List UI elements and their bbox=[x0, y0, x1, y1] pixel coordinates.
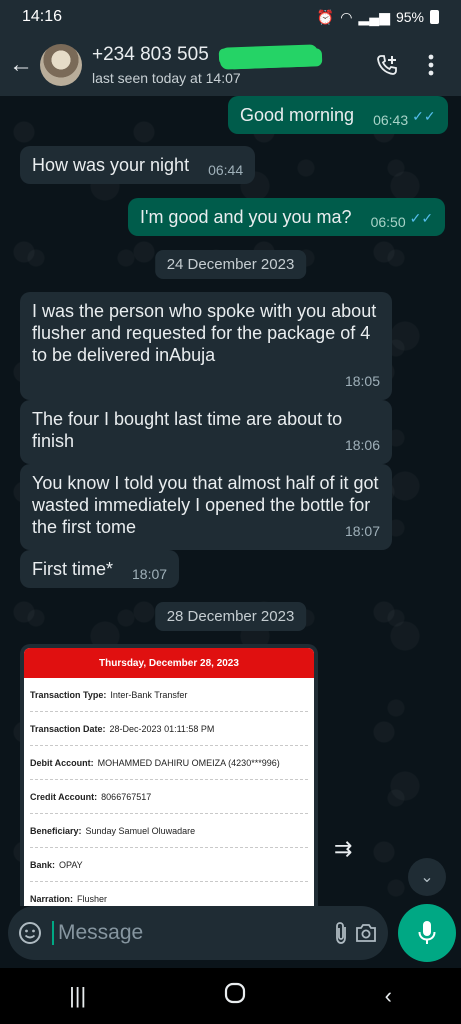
message-incoming[interactable]: The four I bought last time are about to… bbox=[20, 400, 392, 464]
message-composer bbox=[8, 906, 388, 960]
message-time: 06:50 bbox=[370, 214, 406, 230]
camera-button[interactable] bbox=[354, 913, 379, 953]
camera-icon bbox=[355, 924, 376, 942]
recents-icon: ||| bbox=[69, 983, 87, 1008]
message-incoming[interactable]: I was the person who spoke with you abou… bbox=[20, 292, 392, 400]
receipt-label: Transaction Date: bbox=[30, 723, 106, 734]
receipt-value: Flusher bbox=[77, 894, 108, 904]
battery-level: 95% bbox=[395, 9, 424, 25]
back-button[interactable]: ← bbox=[8, 45, 34, 85]
receipt-value: Sunday Samuel Oluwadare bbox=[85, 825, 196, 836]
message-time: 06:43 bbox=[373, 112, 409, 128]
receipt-row: Narration: Flusher bbox=[30, 882, 308, 906]
message-text: Good morning bbox=[240, 105, 355, 125]
receipt-value: 28-Dec-2023 01:11:58 PM bbox=[109, 723, 215, 734]
receipt-row: Beneficiary: Sunday Samuel Oluwadare bbox=[30, 814, 308, 848]
message-text: I was the person who spoke with you abou… bbox=[32, 301, 377, 365]
message-text: You know I told you that almost half of … bbox=[32, 473, 379, 537]
message-text: First time* bbox=[32, 559, 113, 579]
chevron-left-icon: ‹ bbox=[384, 983, 392, 1008]
receipt-label: Bank: bbox=[30, 859, 56, 870]
add-call-icon bbox=[377, 55, 397, 75]
receipt-row: Transaction Type: Inter-Bank Transfer bbox=[30, 678, 308, 712]
message-time: 18:07 bbox=[132, 566, 168, 582]
receipt-header: Thursday, December 28, 2023 bbox=[24, 648, 314, 678]
message-text: How was your night bbox=[32, 155, 190, 175]
receipt-value: 8066767517 bbox=[101, 791, 152, 802]
scroll-down-button[interactable]: ⌄ bbox=[408, 858, 446, 896]
receipt-row: Transaction Date: 28-Dec-2023 01:11:58 P… bbox=[30, 712, 308, 746]
more-vert-icon bbox=[428, 54, 434, 76]
avatar[interactable] bbox=[40, 44, 82, 86]
forward-button[interactable]: ⇉ bbox=[334, 836, 352, 862]
chat-header: ← +234 803 505 last seen today at 14:07 bbox=[0, 34, 461, 96]
alarm-icon: ⏰ bbox=[316, 8, 335, 25]
system-nav-bar: ||| ‹ bbox=[0, 968, 461, 1024]
message-time: 18:05 bbox=[344, 373, 380, 389]
receipt-row: Debit Account: MOHAMMED DAHIRU OMEIZA (4… bbox=[30, 746, 308, 780]
message-input[interactable] bbox=[52, 921, 329, 945]
image-message[interactable]: Thursday, December 28, 2023 Transaction … bbox=[20, 644, 318, 906]
date-divider: 28 December 2023 bbox=[154, 602, 307, 631]
double-chevron-down-icon: ⌄ bbox=[420, 869, 434, 886]
receipt-label: Transaction Type: bbox=[30, 689, 107, 700]
status-icons: ⏰ ◠ ▂▄▆ 95% bbox=[317, 9, 439, 26]
menu-button[interactable] bbox=[409, 43, 453, 87]
message-time: 06:44 bbox=[208, 162, 244, 178]
status-time: 14:16 bbox=[22, 8, 63, 25]
emoji-icon bbox=[19, 922, 41, 944]
message-text: The four I bought last time are about to… bbox=[32, 409, 343, 451]
signal-icon: ▂▄▆ bbox=[358, 8, 390, 25]
home-button[interactable] bbox=[224, 982, 246, 1010]
wifi-icon: ◠ bbox=[340, 8, 353, 25]
message-text: I'm good and you you ma? bbox=[140, 207, 352, 227]
receipt-image: Thursday, December 28, 2023 Transaction … bbox=[24, 648, 314, 906]
battery-icon bbox=[430, 10, 439, 24]
message-incoming[interactable]: First time* 18:07 bbox=[20, 550, 180, 588]
receipt-value: Inter-Bank Transfer bbox=[110, 689, 188, 700]
add-call-button[interactable] bbox=[365, 43, 409, 87]
receipt-row: Bank: OPAY bbox=[30, 848, 308, 882]
message-outgoing[interactable]: I'm good and you you ma? 06:50 ✓✓ bbox=[128, 198, 446, 236]
date-divider: 24 December 2023 bbox=[154, 250, 307, 279]
home-icon bbox=[225, 982, 246, 1004]
attach-button[interactable] bbox=[329, 913, 354, 953]
last-seen: last seen today at 14:07 bbox=[92, 70, 241, 86]
receipt-label: Narration: bbox=[30, 894, 74, 904]
voice-record-button[interactable] bbox=[398, 904, 456, 962]
arrow-left-icon: ← bbox=[9, 51, 33, 78]
forward-icon: ⇉ bbox=[334, 836, 353, 861]
receipt-label: Beneficiary: bbox=[30, 825, 82, 836]
receipt-label: Credit Account: bbox=[30, 791, 98, 802]
message-incoming[interactable]: You know I told you that almost half of … bbox=[20, 464, 392, 550]
receipt-value: MOHAMMED DAHIRU OMEIZA (4230***996) bbox=[97, 757, 280, 768]
message-time: 18:07 bbox=[344, 523, 380, 539]
emoji-button[interactable] bbox=[18, 918, 42, 948]
receipt-label: Debit Account: bbox=[30, 757, 94, 768]
read-ticks-icon: ✓✓ bbox=[412, 108, 436, 124]
recents-button[interactable]: ||| bbox=[69, 983, 86, 1009]
receipt-row: Credit Account: 8066767517 bbox=[30, 780, 308, 814]
message-time: 18:06 bbox=[344, 437, 380, 453]
message-incoming[interactable]: How was your night 06:44 bbox=[20, 146, 256, 184]
contact-info[interactable]: +234 803 505 last seen today at 14:07 bbox=[92, 44, 365, 86]
mic-icon bbox=[418, 921, 436, 944]
read-ticks-icon: ✓✓ bbox=[409, 210, 434, 226]
status-bar: 14:16 ⏰ ◠ ▂▄▆ 95% bbox=[0, 0, 461, 34]
message-outgoing[interactable]: Good morning 06:43 ✓✓ bbox=[228, 96, 448, 134]
chat-area[interactable]: Good morning 06:43 ✓✓ How was your night … bbox=[0, 96, 461, 906]
receipt-value: OPAY bbox=[59, 859, 83, 870]
back-nav-button[interactable]: ‹ bbox=[385, 983, 392, 1009]
paperclip-icon bbox=[336, 922, 347, 944]
redaction-mark bbox=[219, 44, 319, 70]
